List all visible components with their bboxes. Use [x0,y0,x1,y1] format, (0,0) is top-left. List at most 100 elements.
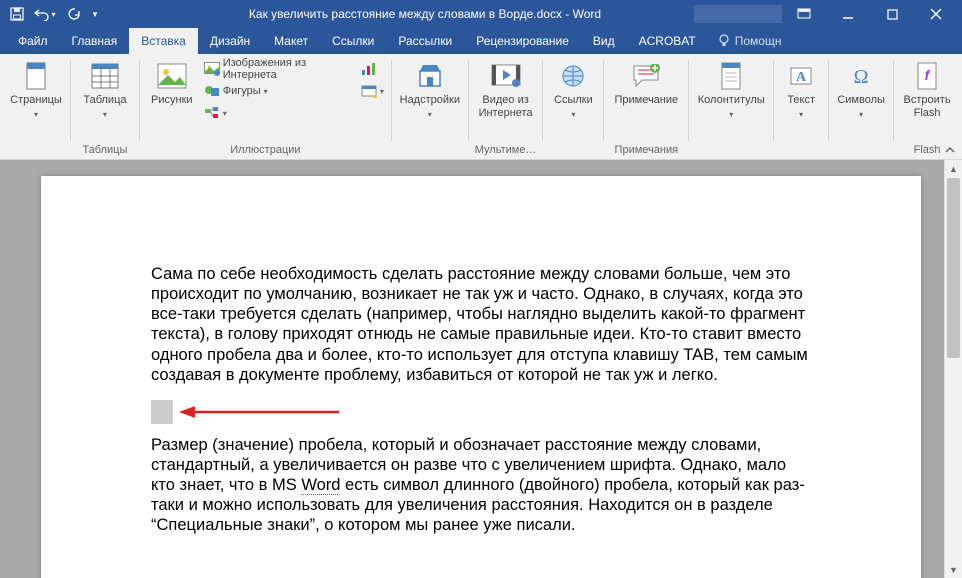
link-icon [560,64,586,88]
group-tables-label: Таблицы [77,142,133,159]
online-pictures-button[interactable]: Изображения из Интернета [200,58,354,80]
flash-button[interactable]: f Встроить Flash [900,58,954,122]
store-icon [417,63,443,89]
ribbon-options-icon [797,8,811,20]
quick-access-toolbar: ▾ ▾ [4,2,102,26]
document-page[interactable]: Сама по себе необходимость сделать расст… [41,176,921,578]
text-button[interactable]: A Текст ▾ [780,58,822,123]
tell-me-label: Помощн [735,34,782,48]
scroll-thumb[interactable] [947,178,960,358]
online-pictures-label: Изображения из Интернета [223,57,350,81]
minimize-icon [842,8,854,20]
save-icon [10,7,24,21]
close-icon [930,8,942,20]
account-area[interactable] [694,5,782,23]
collapse-ribbon-button[interactable] [944,145,956,155]
tab-file[interactable]: Файл [6,28,60,54]
comment-button[interactable]: Примечание [610,58,682,109]
online-video-button[interactable]: Видео из Интернета [476,58,536,122]
table-label: Таблица [83,94,126,107]
tab-insert[interactable]: Вставка [129,28,198,54]
space-character-highlight[interactable] [151,400,173,424]
group-comments-label: Примечания [610,142,682,159]
comment-icon [632,64,660,88]
lightbulb-icon [718,34,730,48]
links-button[interactable]: Ссылки ▾ [549,58,597,123]
group-headerfooter: Колонтитулы ▾ [691,56,771,159]
paragraph-2[interactable]: Размер (значение) пробела, который и обо… [151,435,811,536]
undo-icon [34,7,50,21]
chart-icon [361,62,377,76]
pages-button[interactable]: Страницы ▾ [8,58,64,123]
group-addins-label [398,142,462,159]
online-pictures-icon [204,62,220,76]
paragraph-1[interactable]: Сама по себе необходимость сделать расст… [151,264,811,385]
group-pages: Страницы ▾ [4,56,68,159]
flash-icon: f [916,62,938,90]
headerfooter-button[interactable]: Колонтитулы ▾ [695,58,767,123]
pictures-button[interactable]: Рисунки [146,58,198,109]
illustrations-more[interactable]: ▾ [200,102,354,124]
pictures-label: Рисунки [151,94,193,107]
links-label: Ссылки [554,94,593,107]
screenshot-button[interactable]: ▾ [360,80,385,102]
window-controls [782,0,958,28]
group-pages-label [8,142,64,159]
tab-layout[interactable]: Макет [262,28,320,54]
textbox-icon: A [789,64,813,88]
tab-review[interactable]: Рецензирование [464,28,581,54]
minimize-button[interactable] [826,0,870,28]
maximize-button[interactable] [870,0,914,28]
group-links: Ссылки ▾ [545,56,601,159]
tab-mailings[interactable]: Рассылки [386,28,464,54]
group-media: Видео из Интернета Мультиме… [471,56,541,159]
shapes-icon [204,84,220,98]
group-illustrations-label: Иллюстрации [146,142,385,159]
comment-label: Примечание [614,94,678,107]
svg-text:Ω: Ω [854,66,869,88]
pages-label: Страницы [10,94,62,107]
group-flash: f Встроить Flash Flash [896,56,958,159]
tell-me[interactable]: Помощн [708,28,792,54]
undo-button[interactable]: ▾ [32,2,58,26]
tab-references[interactable]: Ссылки [320,28,386,54]
ribbon-display-button[interactable] [782,0,826,28]
addins-button[interactable]: Надстройки ▾ [398,58,462,123]
tab-view[interactable]: Вид [581,28,627,54]
space-demo-row [151,395,811,429]
online-video-label: Видео из Интернета [478,94,534,120]
shapes-button[interactable]: Фигуры ▾ [200,80,354,102]
text-label: Текст [787,94,815,107]
scroll-up-button[interactable]: ▲ [945,160,962,177]
headerfooter-label: Колонтитулы [698,94,765,107]
vertical-scrollbar[interactable]: ▲ ▼ [944,160,962,578]
arrow-annotation [179,402,339,422]
group-illustrations: Рисунки Изображения из Интернета Фигуры … [142,56,389,159]
group-text: A Текст ▾ [776,56,826,159]
chevron-up-icon [944,145,956,155]
close-button[interactable] [914,0,958,28]
word-with-error: Word [301,476,340,495]
save-button[interactable] [4,2,30,26]
title-bar: ▾ ▾ Как увеличить расстояние между слова… [0,0,962,28]
maximize-icon [887,9,898,20]
tab-home[interactable]: Главная [60,28,130,54]
ribbon-tabs: Файл Главная Вставка Дизайн Макет Ссылки… [0,28,962,54]
addins-label: Надстройки [400,94,460,107]
scroll-down-button[interactable]: ▼ [945,561,962,578]
tab-design[interactable]: Дизайн [198,28,262,54]
table-button[interactable]: Таблица ▾ [77,58,133,123]
group-tables: Таблица ▾ Таблицы [73,56,137,159]
screenshot-icon [361,84,377,98]
symbols-button[interactable]: Ω Символы ▾ [835,58,887,123]
chart-button[interactable] [360,58,385,80]
tab-acrobat[interactable]: ACROBAT [627,28,708,54]
pictures-icon [157,63,187,89]
qat-customize-button[interactable]: ▾ [88,2,102,26]
redo-button[interactable] [60,2,86,26]
symbols-label: Символы [837,94,885,107]
ribbon: Страницы ▾ Таблица ▾ Таблицы Рисунки [0,54,962,160]
smartart-icon [204,106,220,120]
document-area[interactable]: Сама по себе необходимость сделать расст… [0,160,962,578]
group-symbols: Ω Символы ▾ [831,56,891,159]
